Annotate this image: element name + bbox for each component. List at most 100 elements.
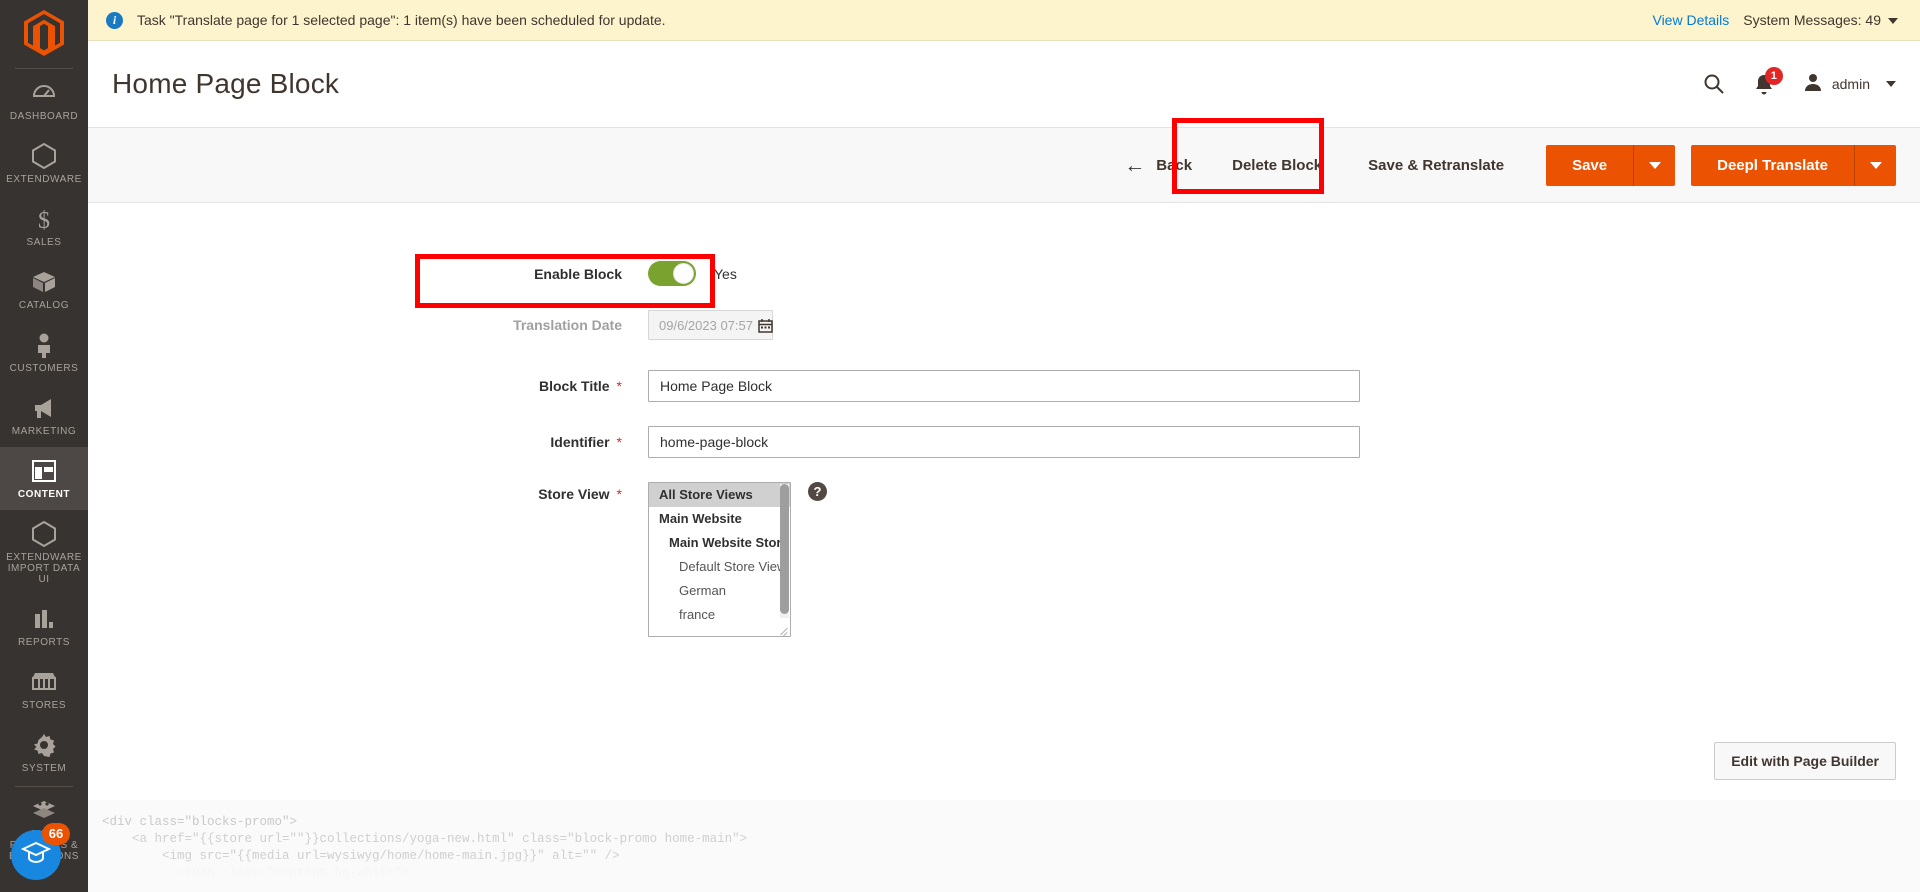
view-details-link[interactable]: View Details (1652, 12, 1729, 28)
chevron-down-icon (1886, 81, 1896, 87)
sidebar-item-customers[interactable]: CUSTOMERS (0, 321, 88, 384)
sidebar-item-label: CATALOG (18, 300, 70, 311)
chevron-down-icon (1888, 18, 1898, 25)
caret-down-icon (1869, 161, 1882, 169)
enable-block-toggle[interactable] (648, 261, 696, 286)
multiselect-scrollbar-thumb[interactable] (780, 484, 789, 614)
sidebar-item-extendware-import-data-ui[interactable]: EXTENDWARE IMPORT DATA UI (0, 510, 88, 595)
sidebar-item-label: EXTENDWARE IMPORT DATA UI (6, 552, 82, 585)
page-title: Home Page Block (112, 68, 340, 99)
page-header: Home Page Block 1 admin (88, 41, 1920, 127)
store-view-option[interactable]: Default Store View (649, 555, 790, 579)
sidebar-item-sales[interactable]: $ SALES (0, 195, 88, 258)
code-fade-overlay (88, 856, 1920, 892)
sidebar-item-label: DASHBOARD (9, 111, 79, 122)
identifier-input[interactable] (648, 426, 1360, 458)
puzzle-block-icon (31, 798, 57, 824)
dollar-icon: $ (31, 206, 57, 232)
sidebar-item-label: SYSTEM (21, 763, 67, 774)
store-view-option[interactable]: france (649, 603, 790, 627)
store-view-row: Store View * All Store Views Main Website… (88, 482, 1920, 637)
bar-chart-icon (31, 606, 57, 632)
block-title-row: Block Title * (88, 370, 1920, 402)
enable-block-row: Enable Block Yes (88, 261, 1920, 286)
header-actions: 1 admin (1703, 66, 1896, 97)
multiselect-resize-handle[interactable] (778, 624, 789, 635)
sidebar-item-reports[interactable]: REPORTS (0, 595, 88, 658)
question-mark-icon[interactable]: ? (808, 482, 827, 501)
required-marker: * (616, 486, 622, 502)
hexagon-icon (31, 521, 57, 547)
sidebar-item-label: MARKETING (11, 426, 77, 437)
layout-icon (31, 458, 57, 484)
sidebar-item-label: STORES (21, 700, 67, 711)
identifier-label-text: Identifier (550, 434, 610, 450)
notification-actions: View Details System Messages: 49 (1652, 12, 1898, 28)
magento-logo-icon[interactable] (0, 0, 88, 66)
admin-user-name: admin (1831, 76, 1870, 92)
store-view-option[interactable]: All Store Views (649, 483, 790, 507)
sidebar-item-content[interactable]: CONTENT (0, 447, 88, 510)
back-button-label: Back (1156, 156, 1193, 174)
content-code-preview[interactable]: <div class="blocks-promo"> <a href="{{st… (88, 800, 1920, 892)
user-avatar-icon (1803, 72, 1823, 97)
storefront-icon (31, 669, 57, 695)
translation-date-input[interactable]: 09/6/2023 07:57 (648, 310, 773, 340)
notification-count-badge: 1 (1764, 66, 1783, 85)
help-center-widget[interactable]: 66 (11, 823, 70, 880)
deepl-dropdown-toggle[interactable] (1854, 144, 1896, 186)
store-view-label: Store View * (88, 482, 648, 502)
sidebar-item-extendware[interactable]: EXTENDWARE (0, 132, 88, 195)
store-view-multiselect[interactable]: All Store Views Main Website Main Websit… (648, 482, 791, 637)
sidebar-item-dashboard[interactable]: DASHBOARD (0, 69, 88, 132)
sidebar-item-label: CUSTOMERS (9, 363, 79, 374)
store-view-option[interactable]: Main Website (649, 507, 790, 531)
enable-block-label: Enable Block (534, 265, 622, 282)
graduation-cap-icon (20, 840, 52, 871)
help-widget-count: 66 (42, 823, 70, 845)
gear-icon (31, 732, 57, 758)
sidebar-item-label: EXTENDWARE (6, 174, 82, 185)
system-messages-dropdown[interactable]: System Messages: 49 (1743, 12, 1898, 28)
block-title-input[interactable] (648, 370, 1360, 402)
sidebar-item-label: CONTENT (17, 489, 71, 500)
calendar-icon[interactable] (758, 318, 773, 333)
caret-down-icon (1648, 161, 1661, 169)
save-and-retranslate-button[interactable]: Save & Retranslate (1342, 147, 1530, 184)
sidebar-item-stores[interactable]: STORES (0, 658, 88, 721)
identifier-label: Identifier * (88, 434, 648, 450)
magento-admin-page: DASHBOARD EXTENDWARE $ SALES CATALOG CUS… (0, 0, 1920, 892)
sidebar-item-catalog[interactable]: CATALOG (0, 258, 88, 321)
hexagon-icon (31, 143, 57, 169)
deepl-translate-button[interactable]: Deepl Translate (1691, 144, 1854, 186)
delete-block-button[interactable]: Delete Block (1212, 147, 1342, 184)
back-button[interactable]: ← Back (1104, 145, 1212, 186)
box-icon (31, 269, 57, 295)
bell-icon[interactable]: 1 (1753, 66, 1783, 96)
main-content: i Task "Translate page for 1 selected pa… (88, 0, 1920, 892)
sidebar-item-marketing[interactable]: MARKETING (0, 384, 88, 447)
edit-with-page-builder-button[interactable]: Edit with Page Builder (1714, 742, 1896, 780)
store-view-option[interactable]: Main Website Store (649, 531, 790, 555)
save-split-button: Save (1546, 144, 1676, 186)
save-dropdown-toggle[interactable] (1633, 144, 1676, 186)
notification-message: Task "Translate page for 1 selected page… (137, 12, 666, 28)
deepl-translate-split-button: Deepl Translate (1691, 144, 1896, 186)
block-form: Enable Block Yes Translation Date 09/6/2… (88, 203, 1920, 637)
person-icon (31, 332, 57, 358)
save-button[interactable]: Save (1546, 144, 1634, 186)
notification-bar: i Task "Translate page for 1 selected pa… (88, 0, 1920, 41)
action-toolbar: ← Back Delete Block Save & Retranslate S… (88, 118, 1920, 203)
required-marker: * (616, 378, 622, 394)
enable-block-value: Yes (714, 265, 737, 282)
arrow-left-icon: ← (1124, 153, 1146, 177)
page-builder-row: Edit with Page Builder (1714, 742, 1896, 780)
admin-user-menu[interactable]: admin (1803, 72, 1896, 97)
identifier-row: Identifier * (88, 426, 1920, 458)
translation-date-label: Translation Date (513, 317, 622, 333)
sidebar-item-label: REPORTS (17, 637, 70, 648)
search-icon[interactable] (1703, 73, 1725, 95)
sidebar-item-system[interactable]: SYSTEM (0, 721, 88, 784)
megaphone-icon (31, 395, 57, 421)
store-view-option[interactable]: German (649, 579, 790, 603)
